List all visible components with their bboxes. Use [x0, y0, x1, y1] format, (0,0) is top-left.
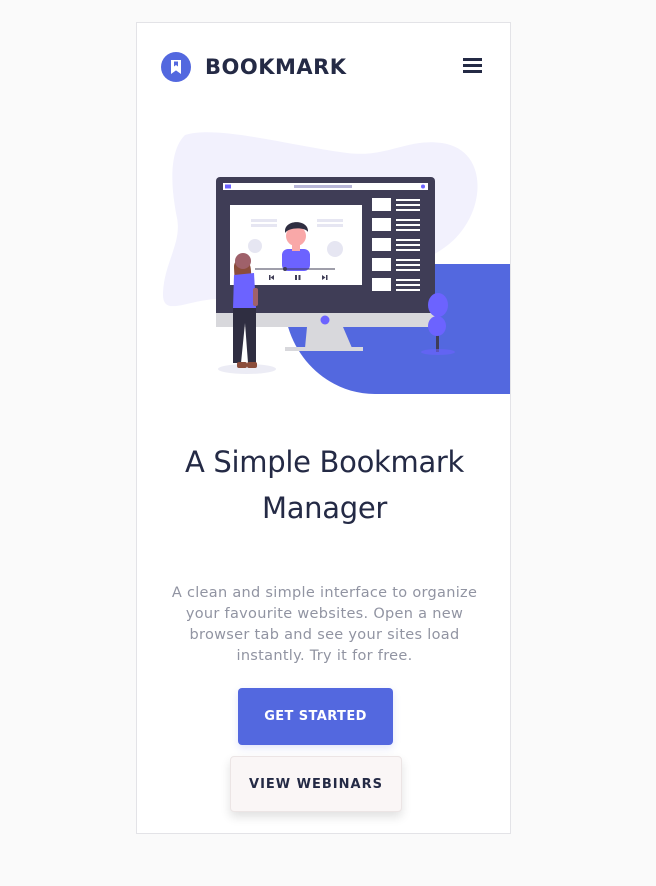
- hamburger-line: [463, 58, 482, 61]
- hero-illustration: [162, 132, 510, 394]
- view-webinars-button[interactable]: VIEW WEBINARS: [230, 756, 402, 812]
- hero-description: A clean and simple interface to organize…: [171, 584, 478, 664]
- hamburger-line: [463, 70, 482, 73]
- bookmark-icon: [161, 52, 191, 82]
- monitor-power: [320, 315, 330, 325]
- hero-title: A Simple Bookmark Manager: [137, 439, 510, 531]
- monitor-foot: [285, 347, 363, 351]
- logo[interactable]: BOOKMARK: [161, 52, 347, 82]
- hamburger-line: [463, 64, 482, 67]
- get-started-button[interactable]: GET STARTED: [238, 688, 393, 745]
- hamburger-menu-icon[interactable]: [463, 58, 482, 74]
- title-line-1: A Simple Bookmark: [184, 445, 465, 479]
- header: BOOKMARK: [137, 23, 510, 113]
- mobile-frame: BOOKMARK A Simple Bookmark Manager A cle…: [136, 22, 511, 834]
- brand-name: BOOKMARK: [205, 55, 347, 79]
- title-line-2: Manager: [261, 491, 388, 525]
